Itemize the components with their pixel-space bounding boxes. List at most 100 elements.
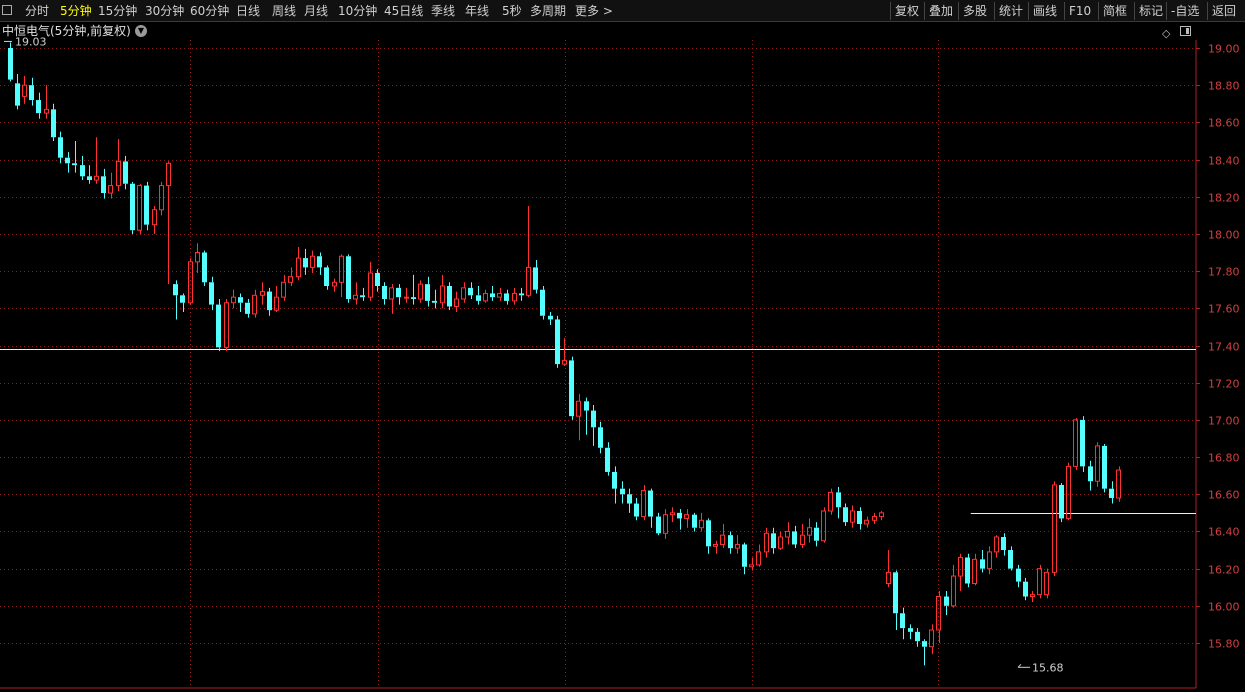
toolbar-button-9[interactable]: 返回 bbox=[1212, 0, 1236, 22]
candle-body-up bbox=[461, 287, 466, 300]
y-tick-label: 19.00 bbox=[1208, 43, 1240, 56]
candle-body-down bbox=[598, 427, 603, 448]
candle-body-up bbox=[137, 185, 142, 231]
candle-body-down bbox=[29, 85, 34, 101]
period-tab-9[interactable]: 45日线 bbox=[384, 0, 423, 22]
period-tab-5[interactable]: 日线 bbox=[236, 0, 260, 22]
y-tick-label: 18.20 bbox=[1208, 192, 1240, 205]
candle-body-up bbox=[152, 209, 157, 226]
period-tab-11[interactable]: 年线 bbox=[465, 0, 489, 22]
candle-body-down bbox=[742, 544, 747, 567]
candle-body-up bbox=[440, 285, 445, 304]
candle-body-down bbox=[80, 165, 85, 177]
candle-body-down bbox=[324, 267, 329, 286]
toolbar-button-7[interactable]: 标记 bbox=[1139, 0, 1163, 22]
candle-body-up bbox=[828, 491, 833, 512]
chevron-down-icon[interactable]: ▼ bbox=[135, 25, 147, 37]
candle-body-up bbox=[1066, 465, 1071, 519]
period-tab-6[interactable]: 周线 bbox=[272, 0, 296, 22]
candle-body-up bbox=[1037, 568, 1042, 596]
toolbar-divider bbox=[958, 2, 959, 20]
y-tick-label: 18.80 bbox=[1208, 80, 1240, 93]
candle-body-down bbox=[843, 507, 848, 523]
candle-body-up bbox=[929, 629, 934, 648]
candle-body-down bbox=[15, 83, 20, 106]
toolbar-button-4[interactable]: 画线 bbox=[1033, 0, 1057, 22]
period-tab-1[interactable]: 5分钟 bbox=[60, 0, 92, 22]
candle-body-down bbox=[519, 293, 524, 296]
candle-body-down bbox=[706, 520, 711, 547]
toolbar-divider bbox=[1064, 2, 1065, 20]
candle-body-up bbox=[332, 281, 337, 287]
period-tab-13[interactable]: 多周期 bbox=[530, 0, 566, 22]
period-tab-0[interactable]: 分时 bbox=[25, 0, 49, 22]
min-price-label: 15.68 bbox=[1032, 661, 1064, 674]
toolbar-button-5[interactable]: F10 bbox=[1069, 0, 1091, 22]
period-tab-14[interactable]: 更多 > bbox=[575, 0, 613, 22]
candle-body-up bbox=[1116, 469, 1121, 499]
candle-body-down bbox=[65, 157, 70, 164]
candle-body-down bbox=[540, 289, 545, 316]
candle-body-down bbox=[375, 272, 380, 286]
candle-body-down bbox=[51, 109, 56, 138]
candle-body-up bbox=[756, 551, 761, 566]
candle-body-up bbox=[497, 292, 502, 298]
candle-body-down bbox=[980, 559, 985, 569]
candle-body-up bbox=[483, 292, 488, 302]
diamond-icon[interactable]: ◇ bbox=[1162, 25, 1170, 43]
y-tick-label: 17.00 bbox=[1208, 415, 1240, 428]
period-tab-4[interactable]: 60分钟 bbox=[190, 0, 229, 22]
candle-body-up bbox=[800, 534, 805, 545]
candle-body-down bbox=[569, 360, 574, 417]
toolbar-button-0[interactable]: 复权 bbox=[895, 0, 919, 22]
toolbar-button-8[interactable]: -自选 bbox=[1171, 0, 1199, 22]
candle-body-up bbox=[850, 510, 855, 523]
candle-body-down bbox=[677, 512, 682, 519]
candle-body-down bbox=[72, 163, 77, 166]
toolbar-divider bbox=[1166, 2, 1167, 20]
candle-body-down bbox=[627, 494, 632, 504]
period-tab-2[interactable]: 15分钟 bbox=[98, 0, 137, 22]
candle-body-up bbox=[108, 185, 113, 194]
candle-body-up bbox=[1073, 419, 1078, 467]
candle-body-up bbox=[288, 276, 293, 283]
candle-body-down bbox=[893, 572, 898, 614]
period-toolbar: 分时 5分钟 15分钟 30分钟 60分钟 日线 周线 月线 10分钟 45日线 季线 年线 5秒 多周期… bbox=[0, 0, 1245, 22]
candle-body-down bbox=[900, 613, 905, 629]
candle-body-up bbox=[1030, 594, 1035, 598]
panel-toggle-icon[interactable] bbox=[1180, 26, 1191, 36]
chart-title-row: 中恒电气(5分钟,前复权) ▼ ◇ bbox=[0, 22, 1191, 43]
toolbar-button-2[interactable]: 多股 bbox=[963, 0, 987, 22]
period-tab-7[interactable]: 月线 bbox=[304, 0, 328, 22]
candle-body-down bbox=[1102, 445, 1107, 489]
candle-body-down bbox=[1088, 466, 1093, 482]
candle-body-down bbox=[591, 410, 596, 428]
candle-body-down bbox=[771, 533, 776, 549]
candle-body-up bbox=[684, 514, 689, 519]
period-tab-10[interactable]: 季线 bbox=[431, 0, 455, 22]
menu-icon[interactable] bbox=[2, 5, 12, 15]
toolbar-button-3[interactable]: 统计 bbox=[999, 0, 1023, 22]
toolbar-button-1[interactable]: 叠加 bbox=[929, 0, 953, 22]
candle-body-down bbox=[548, 315, 553, 320]
y-tick-label: 17.20 bbox=[1208, 378, 1240, 391]
candle-body-up bbox=[720, 534, 725, 545]
candle-body-up bbox=[987, 551, 992, 570]
candle-body-up bbox=[260, 291, 265, 296]
candle-body-down bbox=[1080, 419, 1085, 467]
candle-body-down bbox=[504, 293, 509, 301]
candle-body-up bbox=[353, 294, 358, 300]
candle-body-up bbox=[224, 302, 229, 348]
period-tab-3[interactable]: 30分钟 bbox=[145, 0, 184, 22]
candle-body-up bbox=[195, 252, 200, 263]
candle-body-up bbox=[951, 575, 956, 607]
y-tick-label: 17.40 bbox=[1208, 341, 1240, 354]
period-tab-12[interactable]: 5秒 bbox=[502, 0, 522, 22]
toolbar-divider bbox=[890, 2, 891, 20]
candle-body-down bbox=[656, 516, 661, 534]
candle-body-up bbox=[879, 512, 884, 518]
candle-body-down bbox=[87, 176, 92, 181]
candle-body-down bbox=[36, 100, 41, 114]
period-tab-8[interactable]: 10分钟 bbox=[338, 0, 377, 22]
toolbar-button-6[interactable]: 简框 bbox=[1103, 0, 1127, 22]
